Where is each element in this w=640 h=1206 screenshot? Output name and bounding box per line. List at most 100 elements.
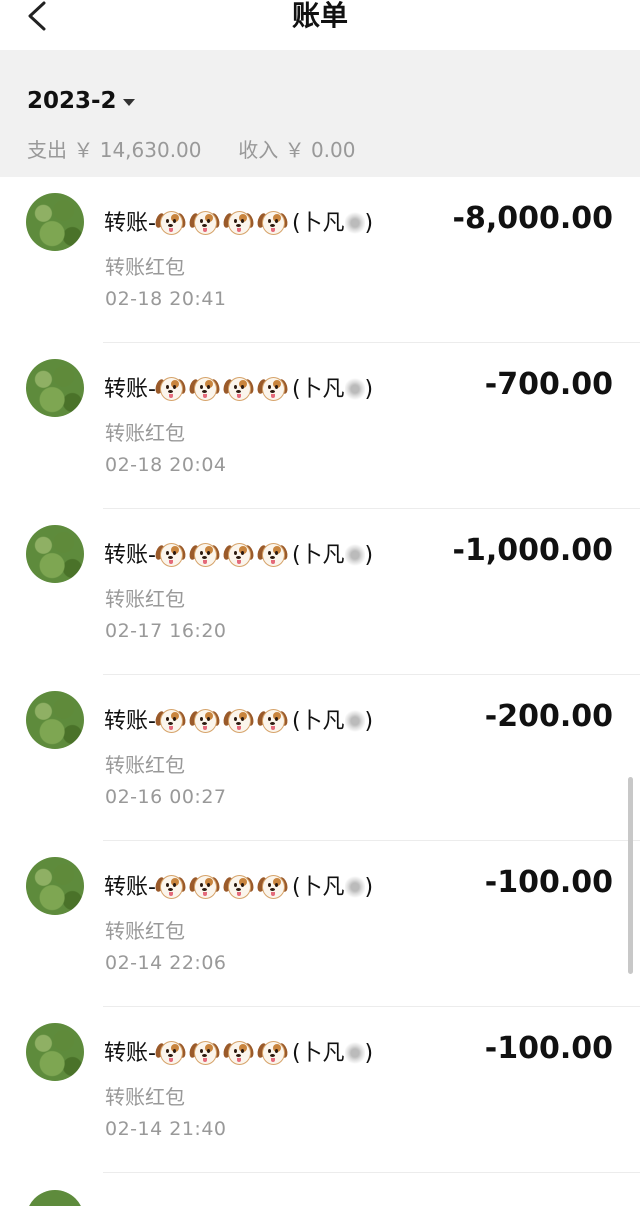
list-item[interactable]: 转账- (卜凡) 转账红包 02-14 21:40 -100.00: [0, 1007, 640, 1173]
month-selector[interactable]: 2023-2: [27, 88, 135, 114]
dog-emoji-icon: [153, 541, 188, 567]
redacted-char: [344, 212, 365, 234]
dog-emoji-icon: [221, 541, 256, 567]
transaction-title: 转账- (卜凡): [104, 537, 373, 569]
transaction-type: 转账红包: [105, 1085, 185, 1109]
dog-emoji-icon: [255, 707, 290, 733]
title-name: (卜凡: [291, 377, 345, 402]
scrollbar[interactable]: [628, 777, 633, 974]
dog-emoji-icon: [153, 873, 188, 899]
list-item-partial: [0, 1187, 640, 1206]
transaction-type: 转账红包: [105, 753, 185, 777]
transaction-time: 02-14 21:40: [105, 1118, 227, 1140]
page-title: 账单: [291, 0, 348, 32]
title-prefix: 转账-: [104, 377, 156, 402]
month-label: 2023-2: [27, 88, 117, 114]
income-total: 0.00: [310, 138, 356, 162]
transaction-amount: -100.00: [484, 865, 613, 900]
dog-emoji-icon: [187, 707, 222, 733]
title-name: (卜凡: [291, 709, 345, 734]
title-name: (卜凡: [291, 211, 345, 236]
transaction-amount: -100.00: [484, 1031, 613, 1066]
dog-emoji-icon: [187, 1039, 222, 1065]
transaction-time: 02-17 16:20: [105, 620, 227, 642]
dog-emoji-icon: [255, 209, 290, 235]
top-bar: 账单: [0, 0, 640, 50]
redacted-char: [344, 544, 365, 566]
transaction-time: 02-18 20:41: [105, 288, 227, 310]
transaction-title: 转账- (卜凡): [104, 371, 373, 403]
list-item[interactable]: 转账- (卜凡) 转账红包 02-14 22:06 -100.00: [0, 841, 640, 1007]
dog-emoji-icon: [153, 375, 188, 401]
list-item[interactable]: 转账- (卜凡) 转账红包 02-18 20:04 -700.00: [0, 343, 640, 509]
dog-emoji-icon: [153, 707, 188, 733]
avatar: [26, 359, 84, 417]
transaction-list: 转账- (卜凡) 转账红包 02-18 20:41 -8,000.00 转账- (卜凡) 转账…: [0, 177, 640, 1173]
list-item[interactable]: 转账- (卜凡) 转账红包 02-17 16:20 -1,000.00: [0, 509, 640, 675]
transaction-time: 02-18 20:04: [105, 454, 227, 476]
expense-label: 支出 ￥: [27, 138, 94, 162]
dog-emoji-icon: [153, 209, 188, 235]
caret-down-icon: [122, 98, 135, 106]
avatar: [26, 1190, 84, 1206]
dog-emoji-icon: [221, 707, 256, 733]
dog-emoji-icon: [221, 209, 256, 235]
dog-emoji-icon: [221, 375, 256, 401]
redacted-char: [344, 378, 365, 400]
transaction-type: 转账红包: [105, 919, 185, 943]
income-label: 收入 ￥: [238, 138, 305, 162]
title-close: ): [364, 875, 374, 900]
totals-line: 支出 ￥ 14,630.00 收入 ￥ 0.00: [27, 134, 355, 163]
dog-emoji-icon: [255, 873, 290, 899]
avatar: [26, 525, 84, 583]
transaction-amount: -700.00: [484, 367, 613, 402]
title-name: (卜凡: [291, 875, 345, 900]
title-prefix: 转账-: [104, 1041, 156, 1066]
dog-emoji-icon: [187, 873, 222, 899]
transaction-time: 02-14 22:06: [105, 952, 227, 974]
avatar: [26, 1023, 84, 1081]
redacted-char: [344, 1042, 365, 1064]
transaction-type: 转账红包: [105, 421, 185, 445]
title-close: ): [364, 377, 374, 402]
list-item[interactable]: 转账- (卜凡) 转账红包 02-16 00:27 -200.00: [0, 675, 640, 841]
avatar: [26, 857, 84, 915]
list-item[interactable]: 转账- (卜凡) 转账红包 02-18 20:41 -8,000.00: [0, 177, 640, 343]
transaction-title: 转账- (卜凡): [104, 869, 373, 901]
title-close: ): [364, 211, 374, 236]
redacted-char: [344, 710, 365, 732]
dog-emoji-icon: [187, 541, 222, 567]
title-prefix: 转账-: [104, 875, 156, 900]
title-close: ): [364, 709, 374, 734]
avatar: [26, 691, 84, 749]
dog-emoji-icon: [255, 1039, 290, 1065]
dog-emoji-icon: [255, 541, 290, 567]
redacted-char: [344, 876, 365, 898]
title-prefix: 转账-: [104, 543, 156, 568]
title-name: (卜凡: [291, 1041, 345, 1066]
title-prefix: 转账-: [104, 709, 156, 734]
transaction-title: 转账- (卜凡): [104, 703, 373, 735]
transaction-type: 转账红包: [105, 255, 185, 279]
transaction-type: 转账红包: [105, 587, 185, 611]
transaction-time: 02-16 00:27: [105, 786, 227, 808]
dog-emoji-icon: [221, 1039, 256, 1065]
transaction-amount: -1,000.00: [452, 533, 614, 568]
dog-emoji-icon: [153, 1039, 188, 1065]
transaction-title: 转账- (卜凡): [104, 205, 373, 237]
title-close: ): [364, 543, 374, 568]
title-name: (卜凡: [291, 543, 345, 568]
dog-emoji-icon: [187, 209, 222, 235]
dog-emoji-icon: [221, 873, 256, 899]
title-close: ): [364, 1041, 374, 1066]
transaction-title: 转账- (卜凡): [104, 1035, 373, 1067]
transaction-amount: -8,000.00: [452, 201, 614, 236]
dog-emoji-icon: [187, 375, 222, 401]
avatar: [26, 193, 84, 251]
dog-emoji-icon: [255, 375, 290, 401]
expense-total: 14,630.00: [99, 138, 202, 162]
transaction-amount: -200.00: [484, 699, 613, 734]
title-prefix: 转账-: [104, 211, 156, 236]
divider: [103, 1172, 640, 1173]
month-summary: 2023-2 支出 ￥ 14,630.00 收入 ￥ 0.00: [0, 50, 640, 177]
